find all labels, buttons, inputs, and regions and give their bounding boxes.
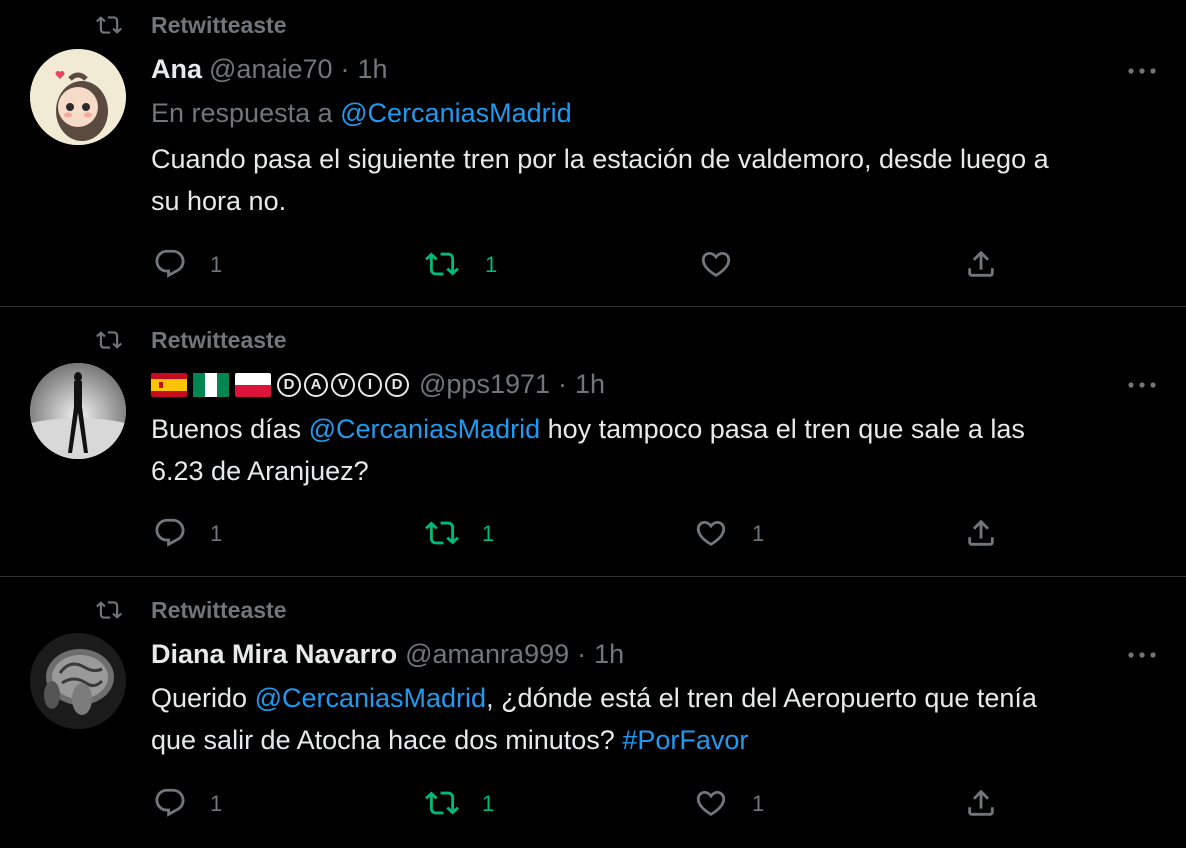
tweet-text: Querido @CercaniasMadrid, ¿dónde está el… <box>151 677 1151 761</box>
name-badge-letter: D <box>385 372 409 397</box>
like-count: 1 <box>752 791 765 816</box>
tweet-text-part: Buenos días <box>151 414 309 444</box>
tweet-text-part: Querido <box>151 683 255 713</box>
avatar[interactable] <box>30 363 126 459</box>
timestamp[interactable]: 1h <box>575 369 605 400</box>
share-icon[interactable] <box>964 786 998 820</box>
tweet-text-part: , ¿dónde está el tren del Aeropuerto que… <box>486 683 1037 713</box>
timestamp[interactable]: 1h <box>358 54 388 85</box>
retweet-count: 1 <box>485 252 498 277</box>
tweet-text-line: Buenos días @CercaniasMadrid hoy tampoco… <box>151 408 1151 450</box>
retweet-icon <box>92 12 126 38</box>
more-icon[interactable] <box>1126 380 1158 390</box>
avatar[interactable] <box>30 49 126 145</box>
reply-icon[interactable] <box>153 516 187 550</box>
reply-prefix: En respuesta a <box>151 98 333 128</box>
retweet-count: 1 <box>482 521 495 546</box>
mention-link[interactable]: @CercaniasMadrid <box>309 414 541 444</box>
tweet-header: D A V I D @pps1971 · 1h <box>151 369 605 400</box>
reply-count: 1 <box>210 521 223 546</box>
action-bar: 1 1 1 <box>0 783 1186 823</box>
share-icon[interactable] <box>964 247 998 281</box>
like-count: 1 <box>752 521 765 546</box>
tweet-text-part: que salir de Atocha hace dos minutos? <box>151 725 623 755</box>
retweet-label: Retwitteaste <box>151 597 287 623</box>
retweet-icon[interactable] <box>424 247 460 281</box>
tweet-text-line: 6.23 de Aranjuez? <box>151 456 369 486</box>
name-badge-letter: V <box>331 372 355 397</box>
reply-context: En respuesta a @CercaniasMadrid <box>151 98 572 129</box>
author-name[interactable]: Diana Mira Navarro <box>151 639 397 670</box>
separator: · <box>577 639 587 669</box>
action-bar: 1 1 1 <box>0 513 1186 553</box>
tweet-3[interactable]: Retwitteaste Diana Mira Navarro @amanra9… <box>0 577 1186 848</box>
name-badge-letter: I <box>358 372 382 397</box>
author-handle[interactable]: @amanra999 <box>405 639 569 670</box>
author-handle[interactable]: @pps1971 <box>419 369 550 400</box>
retweet-label: Retwitteaste <box>151 12 287 38</box>
separator: · <box>558 369 568 399</box>
tweet-text-line: Querido @CercaniasMadrid, ¿dónde está el… <box>151 677 1151 719</box>
avatar[interactable] <box>30 633 126 729</box>
timestamp[interactable]: 1h <box>594 639 624 670</box>
hashtag-link[interactable]: #PorFavor <box>622 725 748 755</box>
tweet-header: Diana Mira Navarro @amanra999 · 1h <box>151 639 624 670</box>
name-badge-letter: D <box>277 372 301 397</box>
reply-count: 1 <box>210 791 223 816</box>
tweet-header: Ana @anaie70 · 1h <box>151 54 388 85</box>
retweet-icon[interactable] <box>424 516 460 550</box>
more-icon[interactable] <box>1126 650 1158 660</box>
retweet-label: Retwitteaste <box>151 327 287 353</box>
author-handle[interactable]: @anaie70 <box>209 54 333 85</box>
name-badge-letter: A <box>304 372 328 397</box>
reply-icon[interactable] <box>153 786 187 820</box>
tweet-text: Buenos días @CercaniasMadrid hoy tampoco… <box>151 408 1151 492</box>
tweet-text-line: su hora no. <box>151 186 287 216</box>
retweet-icon <box>92 327 126 353</box>
more-icon[interactable] <box>1126 66 1158 76</box>
tweet-1[interactable]: Retwitteaste Ana @anaie70 · 1h En respue… <box>0 0 1186 306</box>
like-icon[interactable] <box>694 516 728 550</box>
tweet-text-line: Cuando pasa el siguiente tren por la est… <box>151 144 1049 174</box>
tweet-text-line: que salir de Atocha hace dos minutos? #P… <box>151 719 1151 761</box>
author-name[interactable]: Ana <box>151 54 202 85</box>
spain-flag-icon <box>151 372 187 397</box>
retweet-icon <box>92 597 126 623</box>
retweet-icon[interactable] <box>424 786 460 820</box>
mention-link[interactable]: @CercaniasMadrid <box>255 683 487 713</box>
poland-flag-icon <box>235 372 271 397</box>
reply-mention[interactable]: @CercaniasMadrid <box>340 98 572 128</box>
reply-icon[interactable] <box>153 247 187 281</box>
nigeria-flag-icon <box>193 372 229 397</box>
share-icon[interactable] <box>964 516 998 550</box>
action-bar: 1 1 <box>0 244 1186 284</box>
tweet-text: Cuando pasa el siguiente tren por la est… <box>151 138 1151 222</box>
retweet-count: 1 <box>482 791 495 816</box>
like-icon[interactable] <box>699 247 733 281</box>
author-name[interactable]: D A V I D <box>151 372 412 397</box>
tweet-2[interactable]: Retwitteaste D A V I D @pps1971 · 1h Bue… <box>0 307 1186 576</box>
separator: · <box>340 54 350 84</box>
reply-count: 1 <box>210 252 223 277</box>
like-icon[interactable] <box>694 786 728 820</box>
tweet-text-part: hoy tampoco pasa el tren que sale a las <box>540 414 1025 444</box>
